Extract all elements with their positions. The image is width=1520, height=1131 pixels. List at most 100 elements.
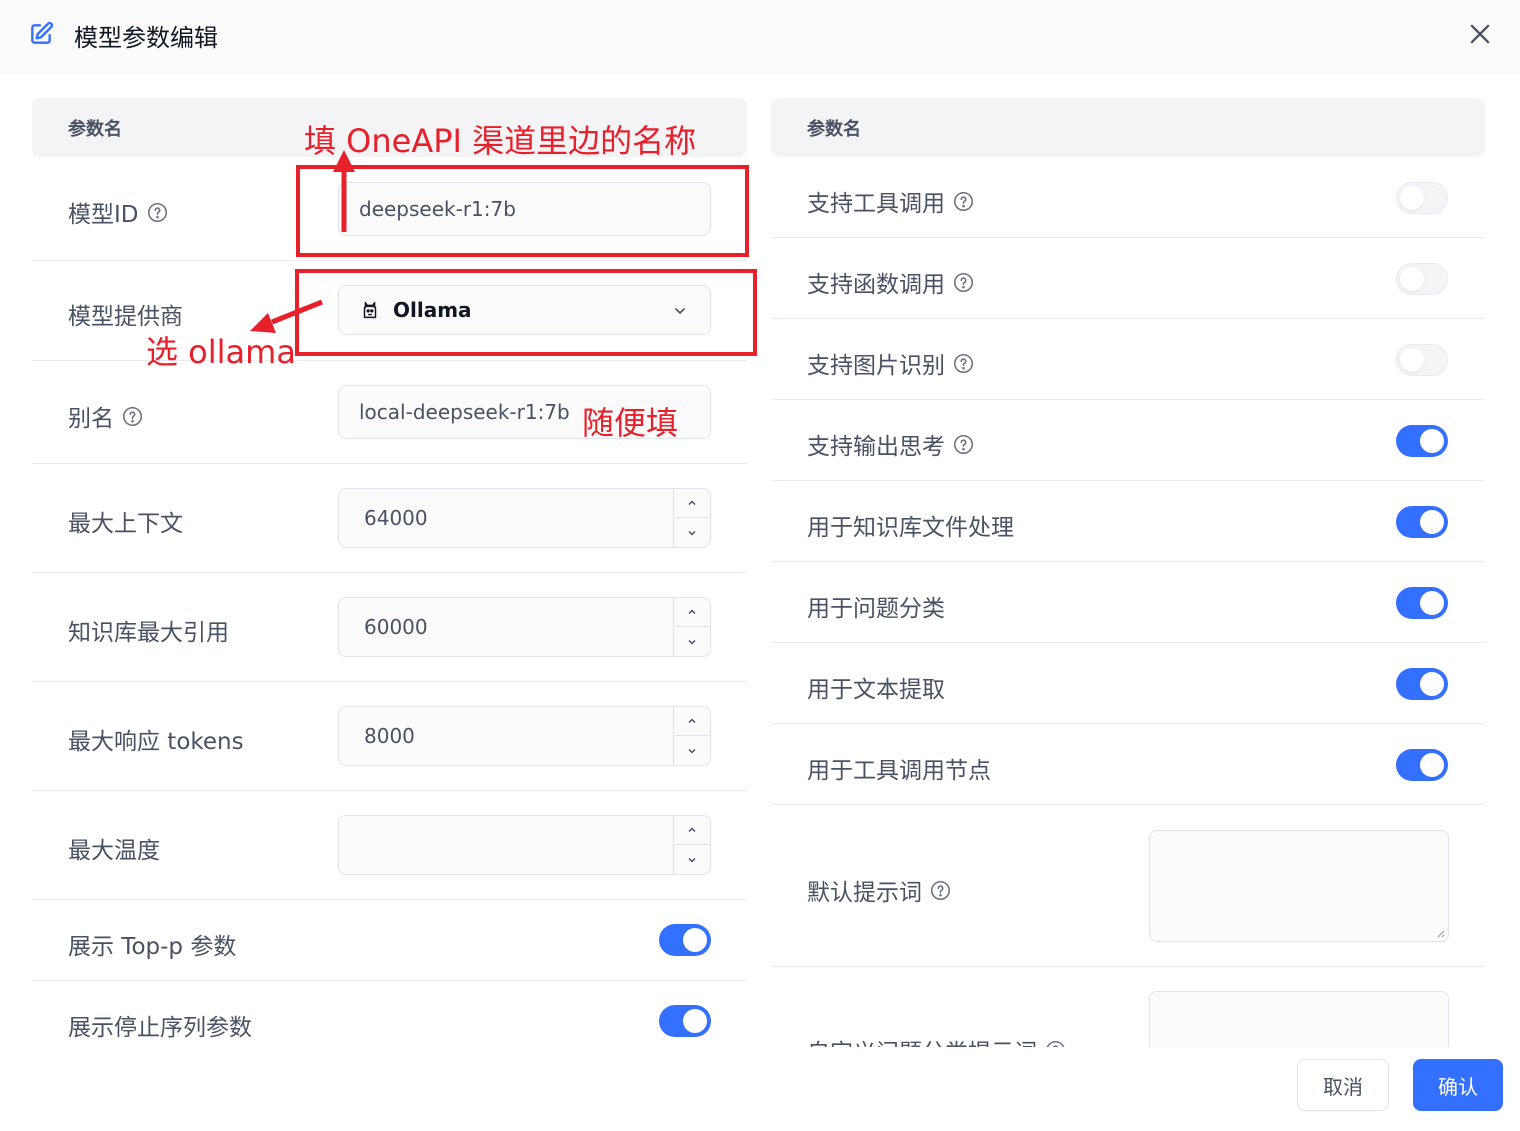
number-stepper: [673, 816, 710, 874]
show-stop-toggle[interactable]: [659, 1005, 711, 1037]
number-stepper: [673, 598, 710, 656]
row-custom-prompt: 自定义问题分类提示词: [771, 967, 1485, 1047]
provider-label: 模型提供商: [68, 304, 183, 330]
row-toggle: 用于文本提取: [771, 643, 1485, 724]
max-context-label: 最大上下文: [68, 511, 183, 537]
chevron-down-icon: [688, 639, 696, 645]
dialog-title: 模型参数编辑: [74, 24, 218, 52]
decrement-button[interactable]: [674, 736, 710, 765]
max-tokens-input[interactable]: 8000: [338, 706, 711, 766]
custom-prompt-label: 自定义问题分类提示词: [807, 1033, 1066, 1047]
toggle-label: 支持函数调用: [807, 265, 974, 299]
row-toggle: 支持输出思考: [771, 400, 1485, 481]
help-icon[interactable]: [953, 272, 974, 293]
toggle-label: 用于问题分类: [807, 589, 945, 623]
toggle-label: 用于知识库文件处理: [807, 508, 1014, 542]
row-show-top-p: 展示 Top-p 参数: [32, 900, 747, 981]
increment-button[interactable]: [674, 707, 710, 736]
annotation-box-model-id: [296, 165, 749, 257]
max-temp-label: 最大温度: [68, 838, 160, 864]
annotation-oneapi: 填 OneAPI 渠道里边的名称: [304, 122, 697, 160]
max-context-value: 64000: [364, 506, 428, 530]
dialog-header: 模型参数编辑: [0, 0, 1520, 74]
number-stepper: [673, 707, 710, 765]
row-max-temp: 最大温度: [32, 791, 747, 900]
feature-toggle[interactable]: [1396, 587, 1448, 619]
row-toggle: 用于问题分类: [771, 562, 1485, 643]
row-show-stop: 展示停止序列参数: [32, 981, 747, 1051]
close-icon[interactable]: [1466, 20, 1494, 48]
annotation-random: 随便填: [582, 404, 679, 442]
resize-handle-icon[interactable]: [1433, 926, 1445, 938]
help-icon[interactable]: [930, 880, 951, 901]
feature-toggle[interactable]: [1396, 344, 1448, 376]
row-max-context: 最大上下文 64000: [32, 464, 747, 573]
row-toggle: 支持函数调用: [771, 238, 1485, 319]
show-stop-label: 展示停止序列参数: [68, 1015, 252, 1041]
decrement-button[interactable]: [674, 518, 710, 547]
toggle-label-text: 用于工具调用节点: [807, 758, 991, 784]
custom-prompt-textarea[interactable]: [1149, 991, 1449, 1047]
toggle-label-text: 支持函数调用: [807, 272, 945, 298]
toggle-label: 用于文本提取: [807, 670, 945, 704]
feature-toggle[interactable]: [1396, 749, 1448, 781]
row-toggle: 支持图片识别: [771, 319, 1485, 400]
row-toggle: 用于工具调用节点: [771, 724, 1485, 805]
toggle-label-text: 支持输出思考: [807, 434, 945, 460]
toggle-label-text: 用于文本提取: [807, 677, 945, 703]
kb-max-ref-value: 60000: [364, 615, 428, 639]
help-icon[interactable]: [1045, 1040, 1066, 1048]
toggle-label-text: 支持图片识别: [807, 353, 945, 379]
feature-toggle[interactable]: [1396, 668, 1448, 700]
toggle-label-text: 支持工具调用: [807, 191, 945, 217]
show-top-p-toggle[interactable]: [659, 924, 711, 956]
chevron-down-icon: [688, 748, 696, 754]
feature-toggle[interactable]: [1396, 506, 1448, 538]
feature-toggle[interactable]: [1396, 263, 1448, 295]
chevron-up-icon: [688, 500, 696, 506]
feature-toggle[interactable]: [1396, 425, 1448, 457]
increment-button[interactable]: [674, 598, 710, 627]
help-icon[interactable]: [147, 202, 168, 223]
confirm-button[interactable]: 确认: [1413, 1059, 1503, 1111]
max-tokens-value: 8000: [364, 724, 415, 748]
custom-prompt-label-text: 自定义问题分类提示词: [807, 1033, 1037, 1047]
kb-max-ref-input[interactable]: 60000: [338, 597, 711, 657]
default-prompt-label-text: 默认提示词: [807, 880, 922, 906]
alias-label: 别名: [68, 399, 143, 433]
row-max-tokens: 最大响应 tokens 8000: [32, 682, 747, 791]
number-stepper: [673, 489, 710, 547]
toggle-label: 用于工具调用节点: [807, 751, 991, 785]
toggle-label-text: 用于知识库文件处理: [807, 515, 1014, 541]
annotation-ollama: 选 ollama: [146, 333, 296, 371]
default-prompt-textarea[interactable]: [1149, 830, 1449, 942]
decrement-button[interactable]: [674, 627, 710, 656]
decrement-button[interactable]: [674, 845, 710, 874]
model-id-label: 模型ID: [68, 195, 168, 229]
max-context-input[interactable]: 64000: [338, 488, 711, 548]
help-icon[interactable]: [953, 353, 974, 374]
max-tokens-label: 最大响应 tokens: [68, 729, 244, 755]
toggle-label: 支持图片识别: [807, 346, 974, 380]
cancel-button[interactable]: 取消: [1297, 1059, 1389, 1111]
row-default-prompt: 默认提示词: [771, 805, 1485, 967]
model-id-label-text: 模型ID: [68, 202, 139, 228]
default-prompt-label: 默认提示词: [807, 873, 951, 907]
feature-toggle[interactable]: [1396, 182, 1448, 214]
row-toggle: 用于知识库文件处理: [771, 481, 1485, 562]
max-temp-input[interactable]: [338, 815, 711, 875]
increment-button[interactable]: [674, 816, 710, 845]
toggle-label-text: 用于问题分类: [807, 596, 945, 622]
chevron-up-icon: [688, 827, 696, 833]
alias-label-text: 别名: [68, 406, 114, 432]
row-kb-max-ref: 知识库最大引用 60000: [32, 573, 747, 682]
help-icon[interactable]: [953, 434, 974, 455]
increment-button[interactable]: [674, 489, 710, 518]
help-icon[interactable]: [953, 191, 974, 212]
annotation-box-provider: [295, 269, 757, 356]
help-icon[interactable]: [122, 406, 143, 427]
row-toggle: 支持工具调用: [771, 157, 1485, 238]
edit-icon: [31, 21, 54, 44]
chevron-down-icon: [688, 530, 696, 536]
show-top-p-label: 展示 Top-p 参数: [68, 934, 237, 960]
